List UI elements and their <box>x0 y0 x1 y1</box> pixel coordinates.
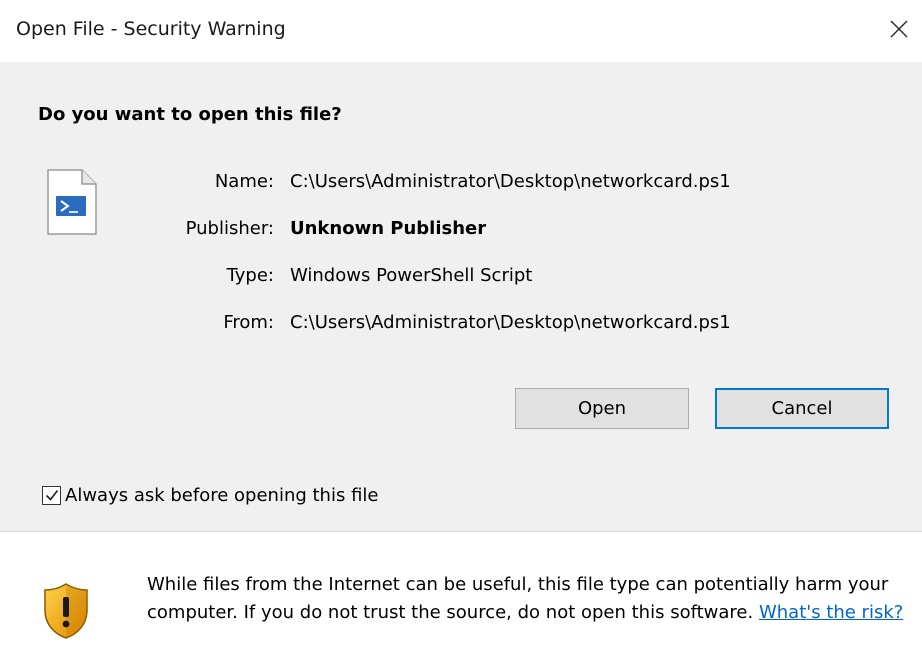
close-icon <box>890 20 908 38</box>
publisher-label: Publisher: <box>185 218 274 239</box>
type-label: Type: <box>226 265 274 286</box>
publisher-row: Publisher: Unknown Publisher <box>0 214 922 244</box>
publisher-value: Unknown Publisher <box>290 218 487 239</box>
warning-footer: While files from the Internet can be use… <box>0 532 922 670</box>
name-label: Name: <box>214 171 274 192</box>
always-ask-checkbox[interactable] <box>42 485 61 505</box>
type-row: Type: Windows PowerShell Script <box>0 261 922 291</box>
dialog-question: Do you want to open this file? <box>38 104 342 125</box>
type-value: Windows PowerShell Script <box>290 265 533 286</box>
cancel-button[interactable]: Cancel <box>715 388 889 429</box>
window-title: Open File - Security Warning <box>16 18 286 40</box>
name-row: Name: C:\Users\Administrator\Desktop\net… <box>0 167 922 197</box>
checkmark-icon <box>45 490 58 501</box>
always-ask-label: Always ask before opening this file <box>65 484 379 506</box>
always-ask-option[interactable]: Always ask before opening this file <box>42 483 378 507</box>
open-button[interactable]: Open <box>515 388 689 429</box>
from-label: From: <box>223 312 274 333</box>
from-row: From: C:\Users\Administrator\Desktop\net… <box>0 308 922 338</box>
close-button[interactable] <box>876 6 922 52</box>
name-value: C:\Users\Administrator\Desktop\networkca… <box>290 171 731 192</box>
warning-message: While files from the Internet can be use… <box>147 571 907 627</box>
from-value: C:\Users\Administrator\Desktop\networkca… <box>290 312 731 333</box>
warning-shield-icon <box>44 583 88 639</box>
whats-the-risk-link[interactable]: What's the risk? <box>759 602 903 623</box>
dialog-body: Do you want to open this file? Name: C:\… <box>0 62 922 531</box>
title-bar: Open File - Security Warning <box>0 0 922 62</box>
